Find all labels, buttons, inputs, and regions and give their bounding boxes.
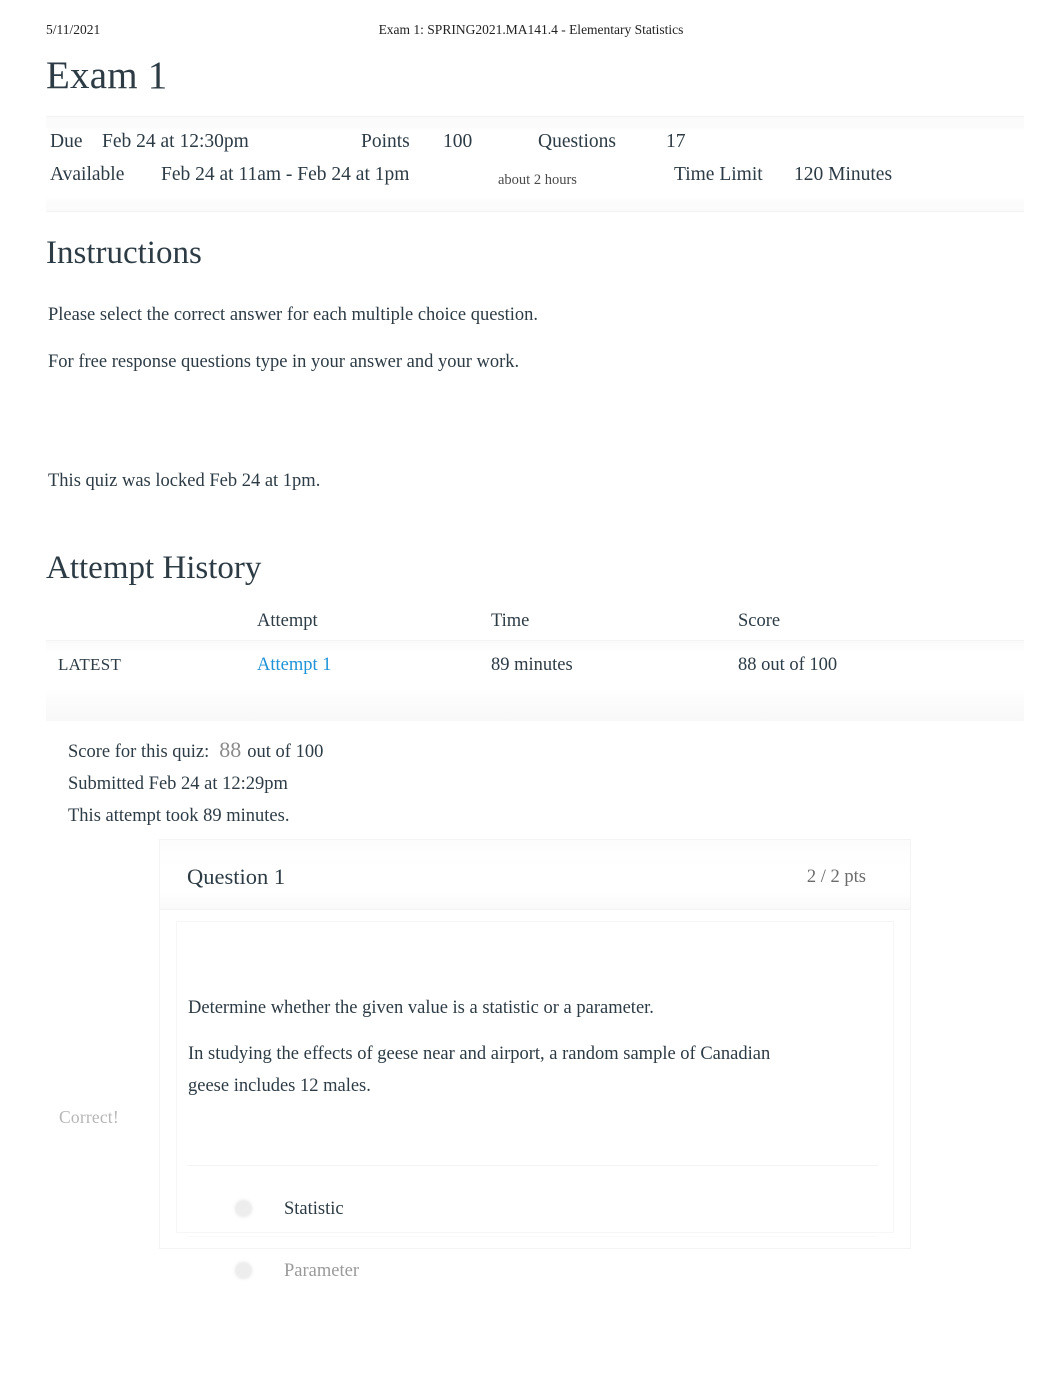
quiz-info-row-secondary: Available Feb 24 at 11am - Feb 24 at 1pm… (46, 162, 1024, 195)
answer-separator (188, 1236, 878, 1237)
questions-label: Questions (538, 131, 616, 152)
submitted-timestamp: Submitted Feb 24 at 12:29pm (68, 774, 288, 794)
instructions-paragraph-2: For free response questions type in your… (48, 352, 520, 372)
quiz-info-row-primary: Due Feb 24 at 12:30pm Points 100 Questio… (46, 129, 1024, 162)
print-header: 5/11/2021 Exam 1: SPRING2021.MA141.4 - E… (0, 22, 1062, 44)
instructions-heading: Instructions (46, 235, 202, 271)
attempt-score-value: 88 out of 100 (738, 655, 838, 675)
answer-label: Statistic (284, 1199, 344, 1219)
available-value: Feb 24 at 11am - Feb 24 at 1pm (161, 164, 410, 185)
radio-button-icon[interactable] (235, 1200, 252, 1217)
question-prompt-line-2: In studying the effects of geese near an… (188, 1044, 771, 1096)
score-for-quiz-line: Score for this quiz: 88 out of 100 (68, 737, 323, 765)
attempt-history-header-row: Attempt Time Score (46, 600, 1024, 640)
question-header: Question 1 2 / 2 pts (160, 840, 910, 910)
available-label: Available (50, 164, 125, 185)
answer-label: Parameter (284, 1261, 359, 1281)
time-limit-value: 120 Minutes (794, 164, 893, 185)
question-card: Question 1 2 / 2 pts Determine whether t… (160, 840, 910, 1281)
question-body: Determine whether the given value is a s… (177, 922, 893, 1281)
score-label: Score for this quiz: (68, 742, 210, 762)
points-label: Points (361, 131, 410, 152)
column-header-attempt: Attempt (257, 611, 318, 631)
correct-answer-flag: Correct! (59, 1107, 119, 1127)
time-limit-label: Time Limit (674, 164, 763, 185)
score-out-of: out of 100 (247, 742, 324, 762)
column-header-score: Score (738, 611, 781, 631)
quiz-locked-notice: This quiz was locked Feb 24 at 1pm. (48, 471, 321, 491)
available-duration: about 2 hours (498, 172, 577, 188)
points-value: 100 (443, 131, 473, 152)
attempt-history-heading: Attempt History (46, 550, 262, 586)
attempt-duration: This attempt took 89 minutes. (68, 806, 290, 826)
question-prompt-line-1: Determine whether the given value is a s… (188, 998, 654, 1018)
radio-button-icon[interactable] (235, 1262, 252, 1279)
question-divider (188, 1165, 878, 1166)
attempt-history-table: Attempt Time Score LATEST Attempt 1 89 m… (46, 600, 1024, 721)
due-value: Feb 24 at 12:30pm (102, 131, 249, 152)
attempt-time-value: 89 minutes (491, 655, 573, 675)
question-name: Question 1 (187, 864, 286, 889)
instructions-paragraph-1: Please select the correct answer for eac… (48, 305, 539, 325)
quiz-info-band: Due Feb 24 at 12:30pm Points 100 Questio… (46, 116, 1024, 212)
answer-option-statistic[interactable]: Statistic (188, 1184, 878, 1236)
answer-option-parameter[interactable]: Parameter (188, 1246, 878, 1298)
attempt-1-link[interactable]: Attempt 1 (257, 653, 332, 677)
score-value: 88 (219, 737, 242, 762)
question-points: 2 / 2 pts (806, 867, 866, 887)
due-label: Due (50, 131, 83, 152)
table-row: LATEST Attempt 1 89 minutes 88 out of 10… (46, 640, 1024, 721)
page-title: Exam 1 (46, 54, 168, 97)
column-header-time: Time (491, 611, 530, 631)
attempt-kept-badge: LATEST (58, 655, 122, 674)
print-document-title: Exam 1: SPRING2021.MA141.4 - Elementary … (378, 22, 684, 37)
questions-value: 17 (666, 131, 686, 152)
